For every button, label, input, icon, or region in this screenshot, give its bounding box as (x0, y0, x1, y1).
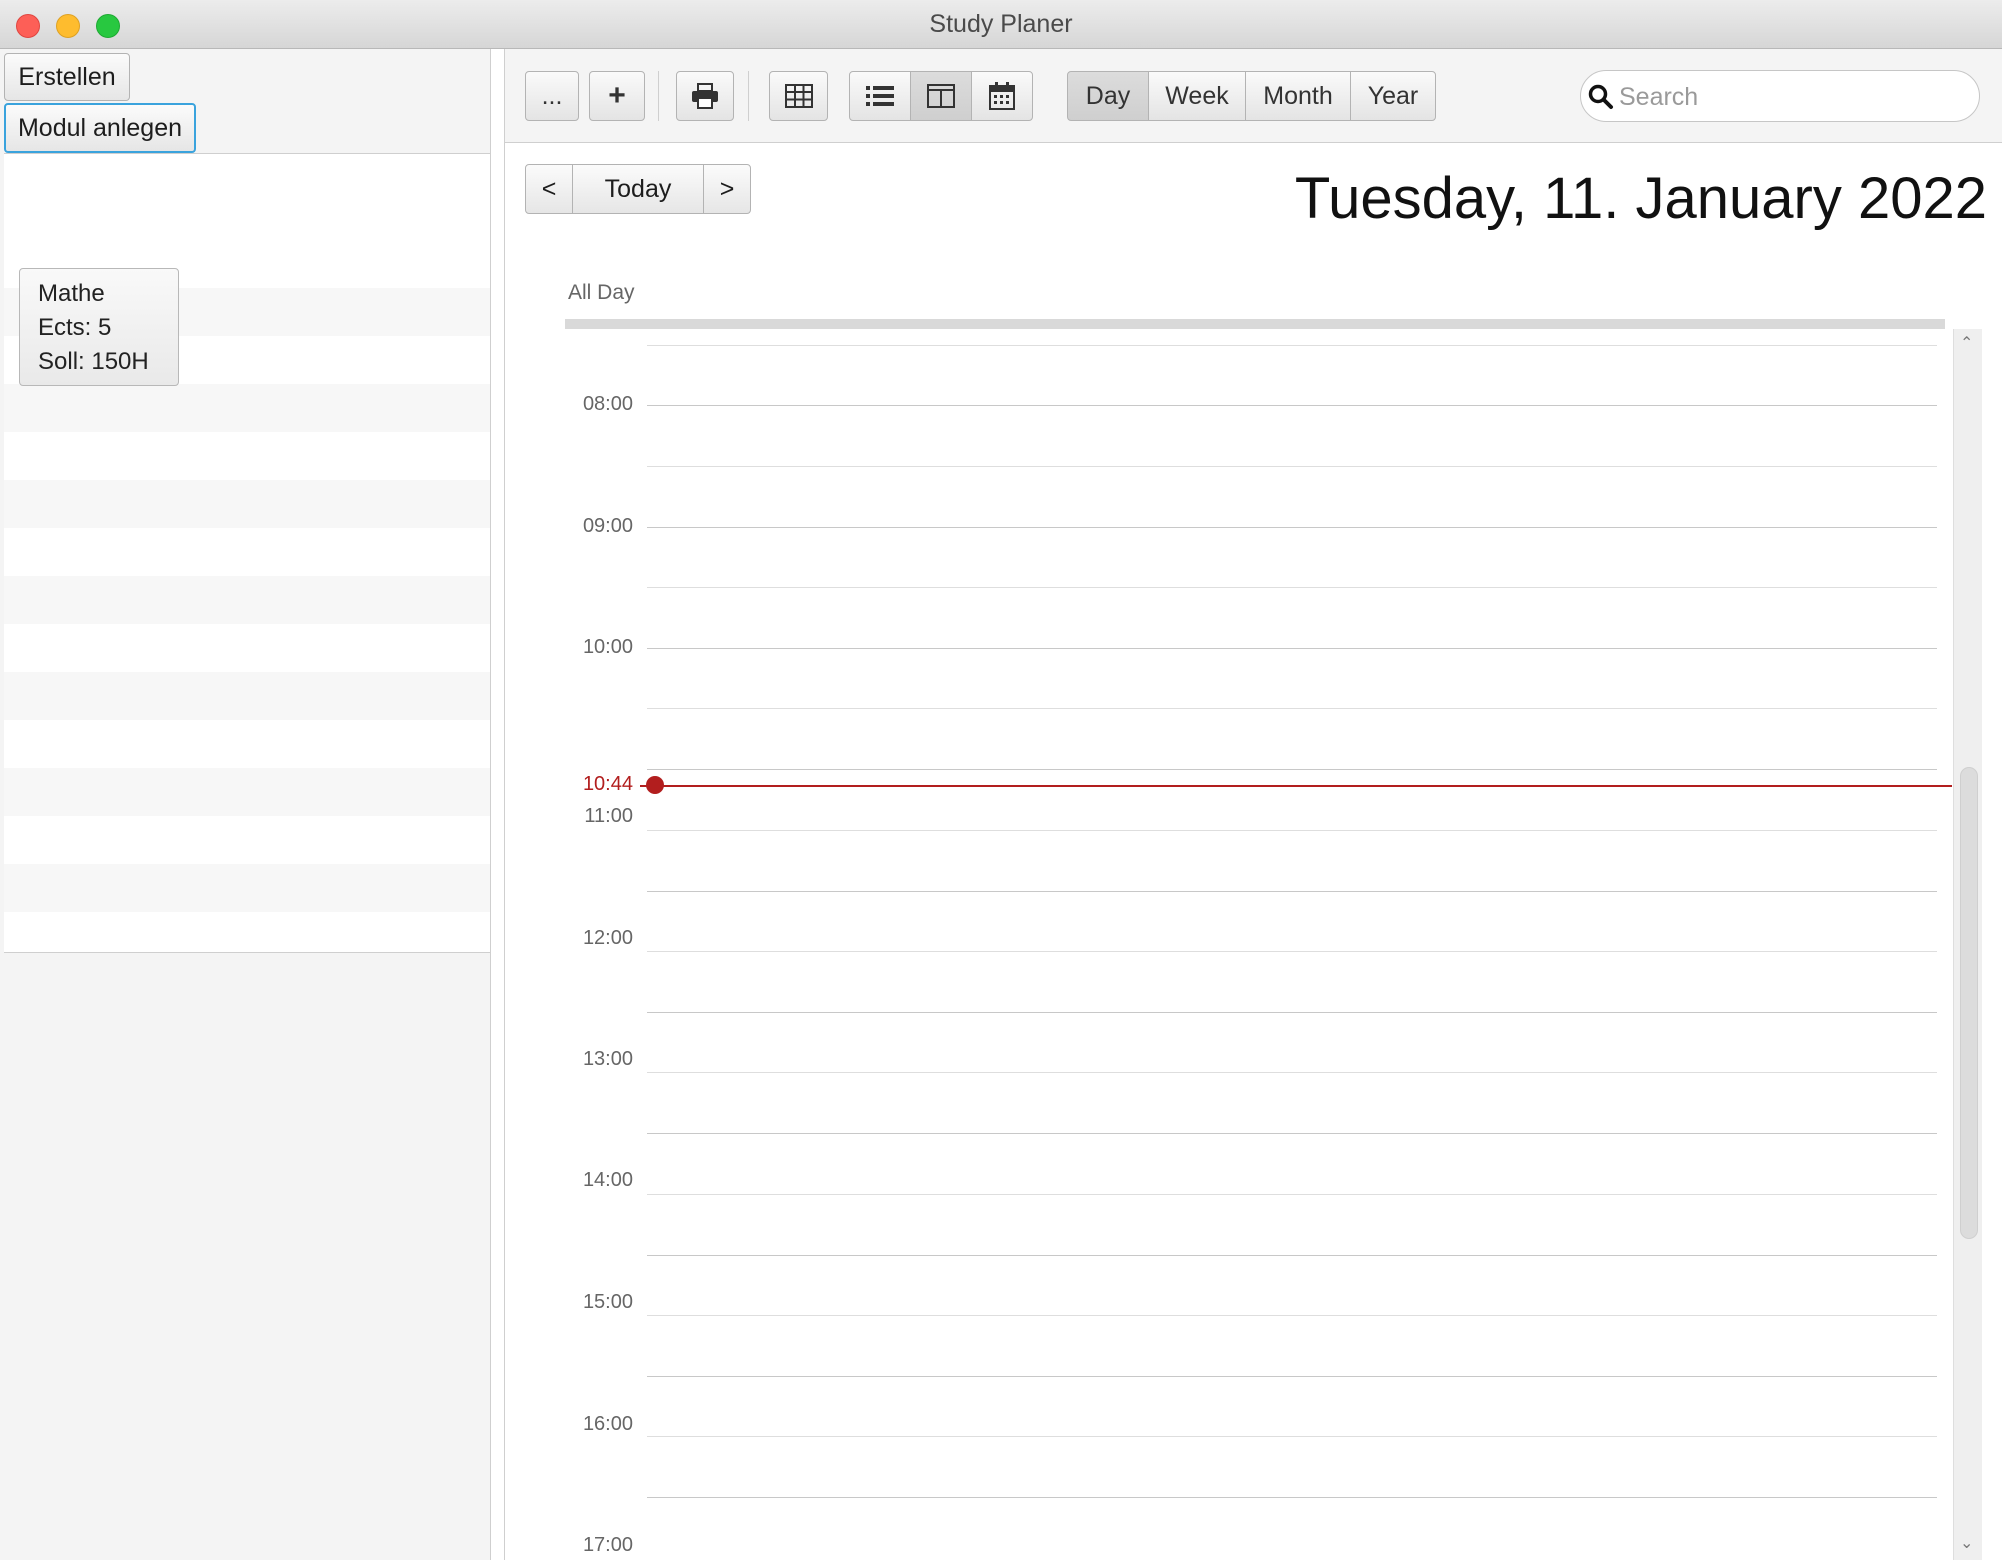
add-module-button[interactable]: Modul anlegen (4, 103, 196, 153)
scroll-down-arrow-icon[interactable]: ⌄ (1960, 1533, 1973, 1553)
module-sidebar: Erstellen Modul anlegen Mathe Ects: 5 So… (0, 49, 491, 1560)
calendar-main: ... + Day Week Month Year Search < Today… (504, 49, 2002, 1560)
half-hour-line (647, 587, 1937, 588)
list-stripe (4, 576, 490, 624)
module-ects: Ects: 5 (38, 314, 112, 341)
hour-line (647, 648, 1937, 649)
half-hour-line (647, 830, 1937, 831)
hour-line (647, 1255, 1937, 1256)
hour-label: 10:00 (582, 636, 633, 658)
half-hour-line (647, 1436, 1937, 1437)
half-hour-line (647, 345, 1937, 346)
current-time-line (640, 785, 1952, 787)
hour-label: 17:00 (582, 1534, 633, 1556)
half-hour-line (647, 1315, 1937, 1316)
list-stripe (4, 768, 490, 816)
hour-label: 11:00 (584, 805, 633, 827)
list-stripe (4, 480, 490, 528)
current-time-marker (646, 776, 664, 794)
title-bar: Study Planer (0, 0, 2002, 49)
half-hour-line (647, 1072, 1937, 1073)
hour-line (647, 405, 1937, 406)
list-stripe (4, 672, 490, 720)
scrollbar-thumb[interactable] (1960, 767, 1978, 1239)
list-stripe (4, 864, 490, 912)
hour-line (647, 1012, 1937, 1013)
current-time-label: 10:44 (582, 773, 633, 795)
hour-label: 09:00 (582, 515, 633, 537)
hour-line (647, 769, 1937, 770)
hour-label: 13:00 (582, 1048, 633, 1070)
hour-line (647, 891, 1937, 892)
hour-line (647, 1133, 1937, 1134)
hour-label: 14:00 (582, 1169, 633, 1191)
half-hour-line (647, 951, 1937, 952)
hour-label: 16:00 (582, 1413, 633, 1435)
hour-label: 08:00 (582, 393, 633, 415)
module-card[interactable]: Mathe Ects: 5 Soll: 150H (19, 268, 179, 386)
list-stripe (4, 384, 490, 432)
module-list: Mathe Ects: 5 Soll: 150H (4, 153, 490, 953)
half-hour-line (647, 708, 1937, 709)
hour-line (647, 1376, 1937, 1377)
half-hour-line (647, 466, 1937, 467)
vertical-scrollbar[interactable]: ⌃ ⌄ (1953, 329, 1982, 1560)
hour-label: 12:00 (582, 927, 633, 949)
hour-line (647, 1497, 1937, 1498)
window-title: Study Planer (929, 10, 1073, 38)
day-timeline[interactable]: 08:00 09:00 10:00 11:00 12:00 13:00 14:0… (505, 49, 1953, 1560)
hour-label: 15:00 (582, 1291, 633, 1313)
hour-line (647, 527, 1937, 528)
scroll-up-arrow-icon[interactable]: ⌃ (1960, 333, 1973, 353)
module-soll: Soll: 150H (38, 348, 149, 375)
half-hour-line (647, 1194, 1937, 1195)
create-button[interactable]: Erstellen (4, 53, 130, 101)
module-name: Mathe (38, 280, 105, 307)
